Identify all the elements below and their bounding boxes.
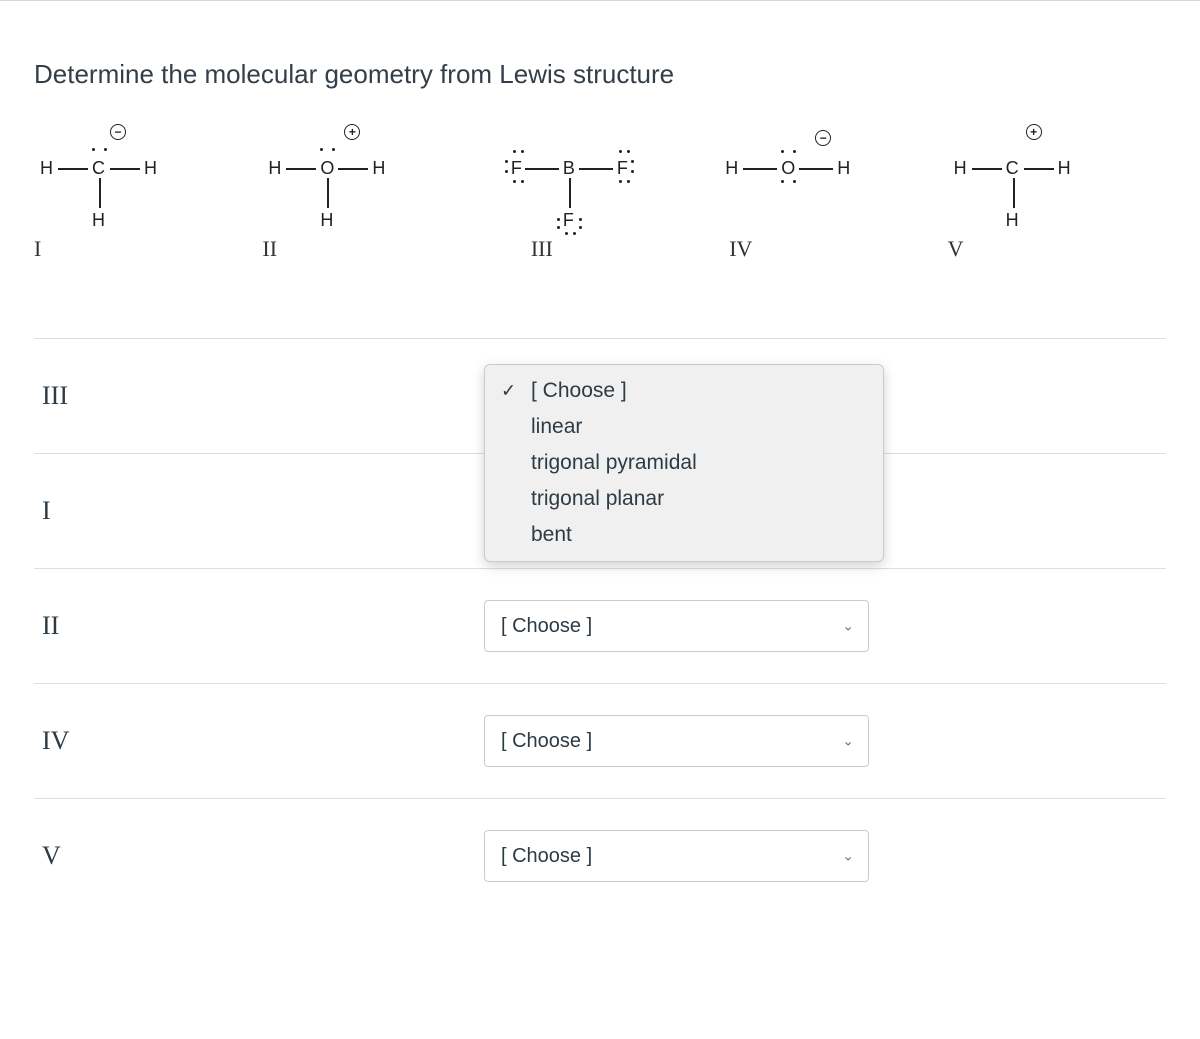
- dropdown-option-linear[interactable]: linear: [485, 409, 883, 445]
- geometry-dropdown-open[interactable]: ✓ [ Choose ] linear trigonal pyramidal t…: [484, 364, 884, 562]
- dropdown-option-trigonal-planar[interactable]: trigonal planar: [485, 481, 883, 517]
- dropdown-option-choose[interactable]: ✓ [ Choose ]: [485, 373, 883, 409]
- answer-row-III: III [ Choose ] ⌄ ✓ [ Choose ] linear tri…: [34, 338, 1166, 453]
- question-title: Determine the molecular geometry from Le…: [34, 59, 1166, 90]
- answer-row-IV: IV [ Choose ] ⌄: [34, 683, 1166, 798]
- structure-III: III F B F F: [491, 118, 709, 268]
- row-label: V: [34, 841, 484, 871]
- structure-numeral: II: [262, 236, 277, 262]
- dropdown-option-trigonal-pyramidal[interactable]: trigonal pyramidal: [485, 445, 883, 481]
- answer-row-V: V [ Choose ] ⌄: [34, 798, 1166, 913]
- chevron-down-icon: ⌄: [842, 618, 854, 635]
- geometry-select-V[interactable]: [ Choose ] ⌄: [484, 830, 869, 882]
- lewis-structures: I H C H H − II H O H H + III F: [34, 118, 1166, 268]
- chevron-down-icon: ⌄: [842, 733, 854, 750]
- dropdown-option-bent[interactable]: bent: [485, 517, 883, 553]
- check-icon: ✓: [501, 381, 516, 402]
- structure-numeral: I: [34, 236, 41, 262]
- row-label: II: [34, 611, 484, 641]
- structure-II: II H O H H +: [262, 118, 480, 268]
- geometry-select-IV[interactable]: [ Choose ] ⌄: [484, 715, 869, 767]
- chevron-down-icon: ⌄: [842, 848, 854, 865]
- structure-numeral: III: [531, 236, 553, 262]
- structure-V: V H C H H +: [948, 118, 1166, 268]
- structure-numeral: IV: [729, 236, 752, 262]
- answer-rows: III [ Choose ] ⌄ ✓ [ Choose ] linear tri…: [34, 338, 1166, 913]
- row-label: IV: [34, 726, 484, 756]
- geometry-select-II[interactable]: [ Choose ] ⌄: [484, 600, 869, 652]
- answer-row-II: II [ Choose ] ⌄: [34, 568, 1166, 683]
- structure-numeral: V: [948, 236, 964, 262]
- structure-IV: IV H O H −: [719, 118, 937, 268]
- row-label: I: [34, 496, 484, 526]
- row-label: III: [34, 381, 484, 411]
- structure-I: I H C H H −: [34, 118, 252, 268]
